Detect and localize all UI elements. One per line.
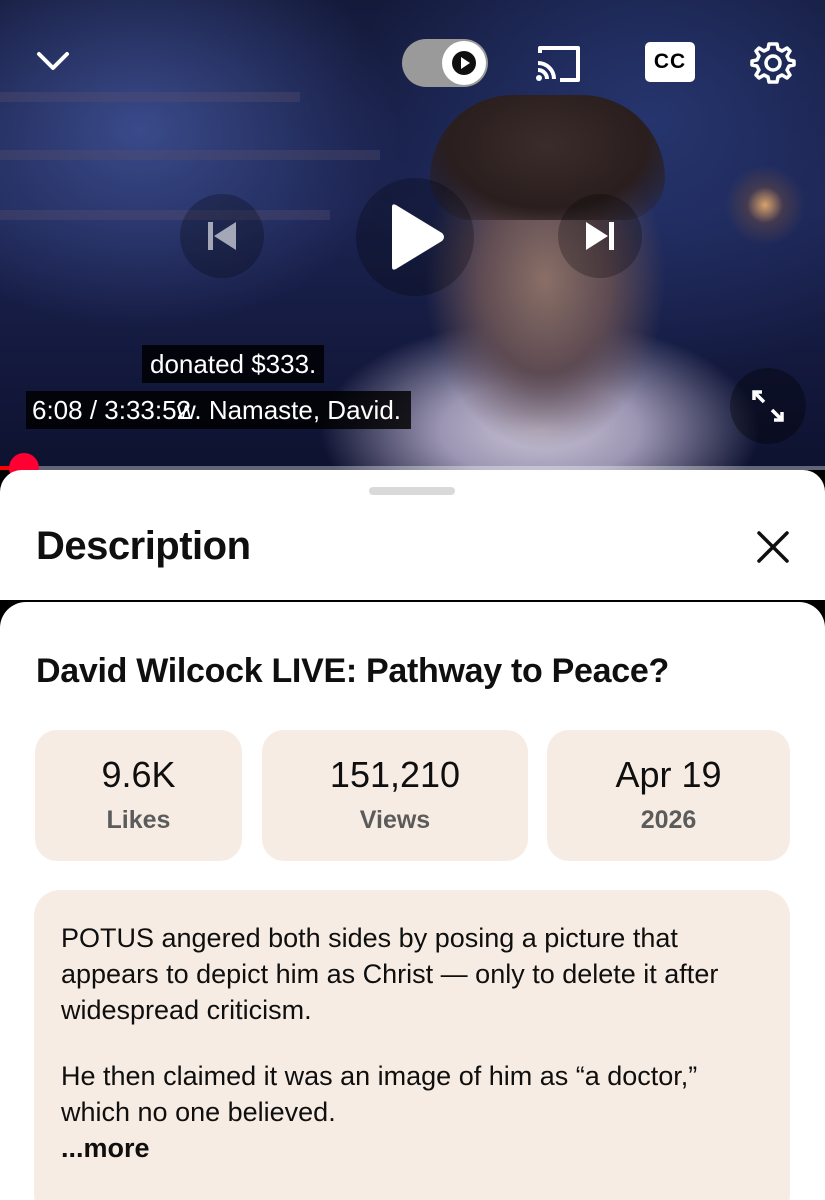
likes-label: Likes — [106, 806, 171, 834]
background-shelf — [0, 92, 300, 102]
chevron-down-icon[interactable] — [28, 38, 78, 84]
previous-icon — [208, 222, 236, 250]
drag-handle[interactable] — [369, 487, 455, 495]
gear-icon[interactable] — [748, 38, 798, 88]
description-sheet: David Wilcock LIVE: Pathway to Peace? 9.… — [0, 602, 825, 1200]
video-frame-subject — [430, 95, 665, 220]
background-shelf — [0, 150, 380, 160]
publish-date: Apr 19 — [615, 754, 722, 795]
play-icon — [392, 204, 444, 270]
previous-button[interactable] — [180, 194, 264, 278]
fullscreen-button[interactable] — [730, 368, 806, 444]
views-count: 151,210 — [329, 754, 461, 795]
publish-year: 2026 — [640, 806, 697, 834]
description-box[interactable]: POTUS angered both sides by posing a pic… — [34, 890, 790, 1200]
next-button[interactable] — [558, 194, 642, 278]
captions-button[interactable]: CC — [645, 42, 695, 82]
panel-title: Description — [36, 524, 251, 568]
chat-overlay-line: donated $333. — [142, 345, 325, 383]
cast-icon[interactable] — [530, 40, 586, 88]
time-display[interactable]: 6:08 / 3:33:52 — [32, 395, 191, 425]
likes-stat-card: 9.6K Likes — [35, 730, 242, 861]
description-paragraph: He then claimed it was an image of him a… — [61, 1061, 698, 1127]
fullscreen-icon — [752, 390, 784, 422]
next-icon — [586, 222, 614, 250]
time-and-chat-overlay: 6:08 / 3:33:52w. Namaste, David. — [26, 391, 412, 429]
description-panel-header: Description — [0, 470, 825, 600]
current-time: 6:08 — [32, 395, 83, 425]
video-player[interactable]: CC donated $333. 6:08 / 3:33:52w. Namast… — [0, 0, 825, 470]
close-icon[interactable] — [748, 522, 798, 572]
play-icon — [442, 41, 486, 85]
views-stat-card: 151,210 Views — [262, 730, 528, 861]
chat-overlay-line: w. Namaste, David. — [177, 395, 402, 425]
date-stat-card: Apr 19 2026 — [547, 730, 790, 861]
background-shelf — [0, 210, 330, 220]
autoplay-toggle[interactable] — [402, 39, 488, 87]
video-title: David Wilcock LIVE: Pathway to Peace? — [36, 652, 669, 690]
views-label: Views — [359, 806, 431, 834]
description-paragraph: POTUS angered both sides by posing a pic… — [61, 923, 719, 1025]
play-button[interactable] — [356, 178, 474, 296]
likes-count: 9.6K — [101, 754, 176, 795]
captions-label: CC — [653, 50, 687, 73]
more-link[interactable]: ...more — [61, 1130, 770, 1166]
